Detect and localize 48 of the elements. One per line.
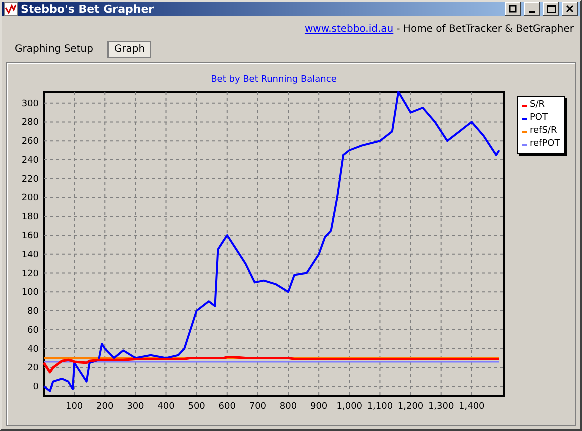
y-tick-label: 140 <box>22 250 39 260</box>
app-icon <box>4 2 18 16</box>
y-tick-label: 40 <box>28 344 39 355</box>
y-tick-label: 0 <box>33 382 39 393</box>
y-tick-label: 200 <box>22 194 39 204</box>
tagline-text: - Home of BetTracker & BetGrapher <box>396 24 574 35</box>
y-tick-label: 160 <box>22 232 39 242</box>
x-tick-label: 700 <box>249 402 267 412</box>
y-tick-label: 220 <box>22 174 39 185</box>
window-title: Stebbo's Bet Grapher <box>21 2 156 16</box>
y-tick-label: 260 <box>22 137 39 148</box>
x-tick-label: 100 <box>66 402 84 412</box>
x-tick-label: 1,400 <box>459 402 485 412</box>
tab[interactable]: Graphing Setup <box>8 41 100 58</box>
close-icon <box>566 5 574 13</box>
y-tick-label: 80 <box>28 307 39 318</box>
restore-icon <box>509 5 517 13</box>
close-button[interactable] <box>562 2 578 16</box>
legend-label: refPOT <box>530 138 560 151</box>
y-tick-label: 280 <box>22 118 39 128</box>
legend-label: POT <box>530 112 548 125</box>
y-tick-label: 20 <box>28 364 39 374</box>
y-tick-label: 300 <box>22 99 39 110</box>
website-link[interactable]: www.stebbo.id.au <box>304 24 394 35</box>
x-tick-label: 200 <box>96 402 114 412</box>
x-tick-label: 900 <box>310 402 328 412</box>
legend-label: S/R <box>530 99 545 112</box>
x-tick-label: 1,200 <box>398 402 424 412</box>
x-tick-label: 1,300 <box>428 402 454 412</box>
x-tick-label: 600 <box>218 402 236 412</box>
minimize-button[interactable] <box>524 2 540 16</box>
maximize-icon <box>546 5 556 13</box>
y-tick-label: 100 <box>22 288 39 298</box>
restore-button[interactable] <box>505 2 521 16</box>
tab[interactable]: Graph <box>107 41 152 58</box>
legend-label: refS/R <box>530 125 558 138</box>
x-tick-label: 1,000 <box>336 402 363 412</box>
x-tick-label: 400 <box>158 402 175 412</box>
y-tick-label: 60 <box>28 326 39 336</box>
maximize-button[interactable] <box>543 2 559 16</box>
chart-title: Bet by Bet Running Balance <box>211 75 337 85</box>
x-tick-label: 500 <box>188 402 206 412</box>
y-tick-label: 240 <box>22 156 39 166</box>
x-tick-label: 800 <box>280 402 298 412</box>
x-tick-label: 1,100 <box>367 402 394 412</box>
y-tick-label: 120 <box>22 269 39 280</box>
y-tick-label: 180 <box>22 212 39 223</box>
x-tick-label: 300 <box>127 402 144 412</box>
